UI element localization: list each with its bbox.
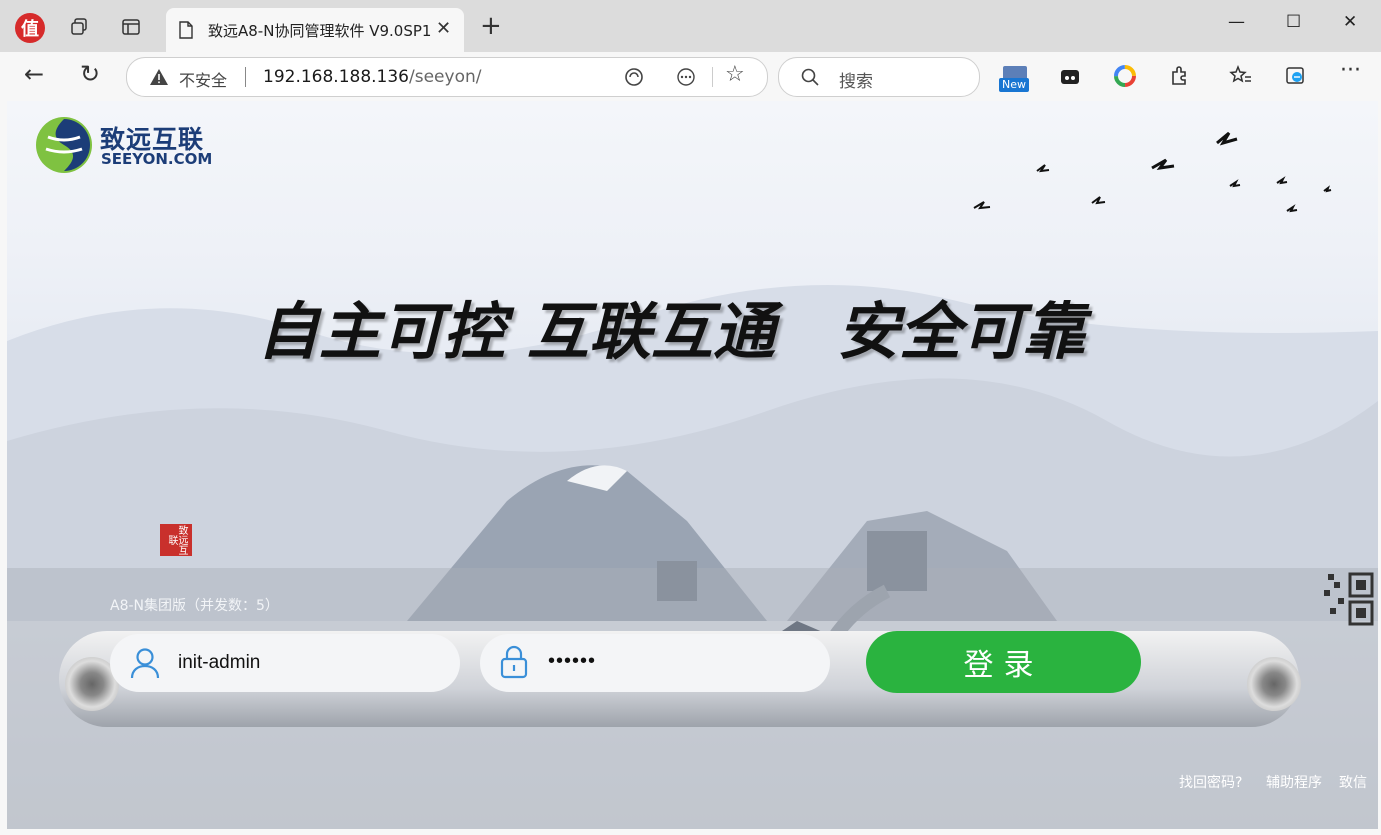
favorite-star-icon[interactable]: ☆	[725, 62, 745, 87]
ie-mode-icon[interactable]	[1284, 64, 1308, 88]
page-icon	[179, 21, 193, 39]
divider	[712, 67, 713, 87]
active-tab[interactable]: 致远A8-N协同管理软件 V9.0SP1 ✕	[166, 8, 464, 52]
close-window-button[interactable]: ✕	[1343, 12, 1357, 32]
tab-bar: 值 致远A8-N协同管理软件 V9.0SP1 ✕ + — ☐ ✕	[0, 0, 1381, 52]
user-icon	[130, 648, 160, 679]
password-value[interactable]: ••••••	[548, 650, 596, 673]
divider	[245, 67, 246, 87]
back-button[interactable]: ←	[24, 62, 44, 86]
minimize-button[interactable]: —	[1228, 12, 1245, 32]
extension-icon[interactable]	[1058, 64, 1082, 88]
lock-icon	[500, 645, 528, 679]
more-tools-icon[interactable]	[675, 67, 697, 87]
login-page: 致远互联 SEEYON.COM 自主可控 互联互通 安全可靠 致远互联 A8-N…	[7, 101, 1378, 829]
search-placeholder: 搜索	[839, 72, 873, 92]
username-value[interactable]: init-admin	[178, 652, 260, 674]
red-seal-stamp: 致远互联	[160, 524, 192, 556]
insecure-label[interactable]: 不安全	[179, 67, 227, 91]
helper-program-link[interactable]: 辅助程序	[1266, 772, 1322, 792]
warning-icon[interactable]	[149, 68, 169, 86]
password-field[interactable]: ••••••	[480, 634, 830, 692]
slogan-secure: 安全可靠	[837, 295, 1086, 368]
colorful-extension-icon[interactable]	[1113, 64, 1137, 88]
seeyon-logo-icon	[36, 117, 92, 173]
browser-toolbar: ← ↻ 不安全 192.168.188.136/seeyon/ ☆ 搜索 ···	[0, 52, 1381, 100]
extensions-puzzle-icon[interactable]	[1168, 64, 1192, 88]
search-box[interactable]: 搜索	[778, 57, 980, 97]
tab-close-icon[interactable]: ✕	[436, 18, 451, 39]
refresh-button[interactable]: ↻	[80, 62, 100, 86]
new-tab-button[interactable]: +	[480, 13, 502, 39]
logo-english-name: SEEYON.COM	[101, 150, 213, 168]
new-badge: New	[999, 78, 1029, 92]
slogan-interconnect: 互联互通	[527, 295, 776, 368]
smzdm-extension-icon[interactable]: 值	[15, 13, 45, 43]
vertical-tabs-icon[interactable]	[116, 12, 146, 42]
workspaces-icon[interactable]	[64, 12, 94, 42]
forgot-password-link[interactable]: 找回密码?	[1179, 772, 1242, 792]
zhixin-link[interactable]: 致信	[1339, 772, 1367, 792]
birds-decoration	[973, 131, 1332, 213]
qr-code-icon[interactable]	[1320, 568, 1378, 626]
translate-icon[interactable]	[623, 67, 645, 87]
slogan-autonomous: 自主可控	[257, 295, 506, 368]
login-button[interactable]: 登录	[866, 631, 1141, 693]
maximize-button[interactable]: ☐	[1286, 12, 1301, 32]
settings-more-icon[interactable]: ···	[1340, 60, 1361, 82]
edition-label: A8-N集团版（并发数：5）	[110, 598, 279, 614]
scroll-right-roll	[1247, 657, 1301, 711]
username-field[interactable]: init-admin	[110, 634, 460, 692]
favorites-icon[interactable]	[1229, 64, 1253, 88]
url-text[interactable]: 192.168.188.136/seeyon/	[263, 67, 481, 87]
address-bar[interactable]: 不安全 192.168.188.136/seeyon/ ☆	[126, 57, 768, 97]
search-icon	[801, 68, 819, 86]
tab-title: 致远A8-N协同管理软件 V9.0SP1	[208, 22, 432, 40]
seal-text: 致远互联	[166, 525, 187, 555]
